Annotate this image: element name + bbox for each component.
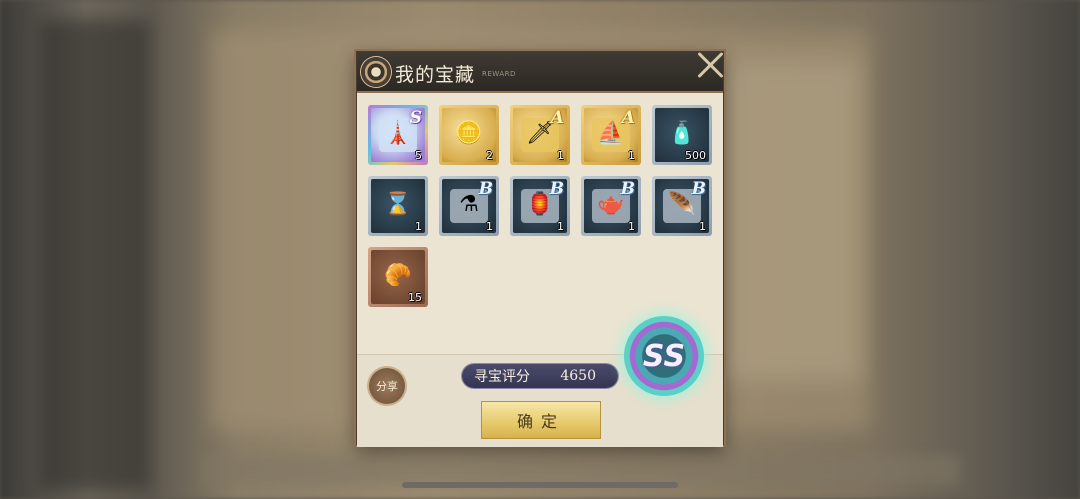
item-count: 1 bbox=[415, 220, 422, 233]
tower-icon: 🗼 bbox=[384, 120, 412, 146]
item-count: 1 bbox=[486, 220, 493, 233]
item-count: 1 bbox=[628, 220, 635, 233]
reward-item-11[interactable]: 🥐 15 bbox=[368, 247, 428, 307]
reward-item-2[interactable]: 🪙 2 bbox=[439, 105, 499, 165]
item-count: 1 bbox=[628, 149, 635, 162]
grade-badge: A bbox=[550, 108, 564, 128]
item-count: 500 bbox=[685, 149, 706, 162]
confirm-button[interactable]: 确定 bbox=[481, 401, 601, 439]
grade-badge: B bbox=[691, 179, 706, 199]
croissant-icon: 🥐 bbox=[384, 262, 412, 288]
rank-badge: SS bbox=[624, 316, 704, 396]
reward-item-3[interactable]: 🗡 A 1 bbox=[510, 105, 570, 165]
treasure-score: 寻宝评分 4650 bbox=[462, 364, 618, 388]
compass-emblem-icon bbox=[361, 57, 391, 87]
reward-item-4[interactable]: ⛵ A 1 bbox=[581, 105, 641, 165]
ship-icon: ⛵ bbox=[597, 120, 625, 146]
hourglass-icon: ⌛ bbox=[384, 191, 412, 217]
grade-badge: B bbox=[620, 179, 635, 199]
rank-badge-text: SS bbox=[642, 338, 686, 374]
grade-badge: B bbox=[549, 179, 564, 199]
reward-item-6[interactable]: ⌛ 1 bbox=[368, 176, 428, 236]
coins-icon: 🪙 bbox=[455, 120, 483, 146]
dialog-titlebar: 我的宝藏 REWARD bbox=[357, 52, 723, 93]
dagger-icon: 🗡 bbox=[526, 120, 554, 146]
grade-badge: S bbox=[409, 108, 422, 128]
reward-item-1[interactable]: 🗼 S 5 bbox=[368, 105, 428, 165]
item-count: 1 bbox=[557, 149, 564, 162]
item-count: 1 bbox=[557, 220, 564, 233]
background-left-panel bbox=[40, 20, 150, 490]
grade-badge: B bbox=[478, 179, 493, 199]
reward-item-7[interactable]: ⚗ B 1 bbox=[439, 176, 499, 236]
background-bottom-strip bbox=[200, 455, 960, 485]
reward-item-8[interactable]: 🏮 B 1 bbox=[510, 176, 570, 236]
dialog-subtitle: REWARD bbox=[482, 70, 516, 78]
dialog-title: 我的宝藏 bbox=[395, 64, 476, 86]
item-count: 5 bbox=[415, 149, 422, 162]
score-label: 寻宝评分 bbox=[474, 369, 530, 385]
potion-icon: ⚗ bbox=[459, 191, 479, 217]
item-count: 1 bbox=[699, 220, 706, 233]
background-map-right bbox=[700, 60, 860, 380]
reward-item-10[interactable]: 🪶 B 1 bbox=[652, 176, 712, 236]
score-value: 4650 bbox=[560, 368, 596, 384]
reward-item-9[interactable]: 🫖 B 1 bbox=[581, 176, 641, 236]
grade-badge: A bbox=[621, 108, 635, 128]
share-button[interactable]: 分享 bbox=[369, 368, 405, 404]
reward-item-5[interactable]: 🧴 500 bbox=[652, 105, 712, 165]
bottle-icon: 🧴 bbox=[668, 120, 696, 146]
home-indicator[interactable] bbox=[402, 482, 678, 488]
close-icon[interactable] bbox=[696, 50, 726, 80]
item-count: 15 bbox=[408, 291, 422, 304]
item-count: 2 bbox=[486, 149, 493, 162]
